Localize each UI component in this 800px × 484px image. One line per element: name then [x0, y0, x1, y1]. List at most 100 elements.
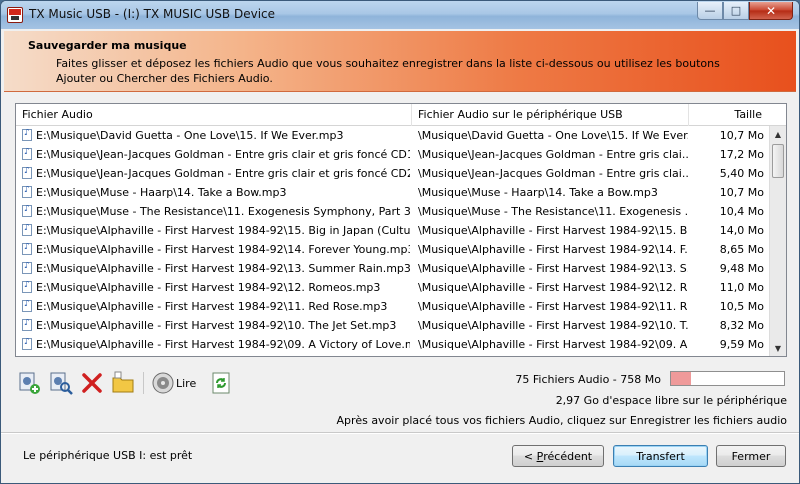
table-row[interactable]: E:\Musique\Alphaville - First Harvest 19… — [16, 316, 770, 335]
table-row[interactable]: E:\Musique\Muse - Haarp\14. Take a Bow.m… — [16, 183, 770, 202]
table-row[interactable]: E:\Musique\Alphaville - First Harvest 19… — [16, 240, 770, 259]
toolbar-separator — [143, 372, 144, 394]
table-row[interactable]: E:\Musique\David Guetta - One Love\15. I… — [16, 126, 770, 145]
table-row[interactable]: E:\Musique\Jean-Jacques Goldman - Entre … — [16, 164, 770, 183]
add-folder-button[interactable] — [110, 370, 136, 396]
source-path: E:\Musique\Alphaville - First Harvest 19… — [36, 300, 388, 313]
title-bar[interactable]: TX Music USB - (I:) TX MUSIC USB Device … — [1, 1, 799, 29]
source-path-cell: E:\Musique\Alphaville - First Harvest 19… — [22, 338, 410, 351]
table-row[interactable]: E:\Musique\Muse - The Resistance\11. Exo… — [16, 202, 770, 221]
source-path: E:\Musique\David Guetta - One Love\15. I… — [36, 129, 344, 142]
destination-path: \Musique\Alphaville - First Harvest 1984… — [418, 338, 688, 351]
audio-file-icon — [22, 338, 32, 350]
source-path-cell: E:\Musique\Alphaville - First Harvest 19… — [22, 224, 410, 237]
column-header-size[interactable]: Taille — [734, 108, 762, 121]
delete-icon — [82, 373, 102, 393]
audio-file-icon — [22, 300, 32, 312]
search-files-button[interactable] — [48, 370, 74, 396]
column-header-destination[interactable]: Fichier Audio sur le périphérique USB — [418, 108, 623, 121]
transfer-button[interactable]: Transfert — [613, 445, 708, 467]
close-icon: ✕ — [765, 3, 777, 18]
device-status: Le périphérique USB I: est prêt — [23, 449, 193, 462]
audio-file-icon — [22, 281, 32, 293]
table-row[interactable]: E:\Musique\Jean-Jacques Goldman - Entre … — [16, 145, 770, 164]
destination-path: \Musique\Jean-Jacques Goldman - Entre gr… — [418, 148, 688, 161]
source-path: E:\Musique\Alphaville - First Harvest 19… — [36, 224, 410, 237]
destination-path: \Musique\Alphaville - First Harvest 1984… — [418, 224, 688, 237]
file-size: 10,7 Mo — [719, 129, 764, 142]
minimize-button[interactable]: — — [697, 2, 723, 20]
file-size: 14,0 Mo — [719, 224, 764, 237]
source-path: E:\Musique\Jean-Jacques Goldman - Entre … — [36, 148, 410, 161]
file-size: 11,0 Mo — [719, 281, 764, 294]
column-divider[interactable] — [411, 104, 412, 126]
minimize-icon: — — [704, 4, 716, 17]
play-speaker-icon — [152, 372, 174, 394]
file-size: 10,7 Mo — [719, 186, 764, 199]
refresh-icon — [212, 372, 230, 394]
source-path: E:\Musique\Muse - Haarp\14. Take a Bow.m… — [36, 186, 287, 199]
scroll-down-icon[interactable]: ▼ — [770, 340, 786, 356]
table-row[interactable]: E:\Musique\Alphaville - First Harvest 19… — [16, 221, 770, 240]
source-path: E:\Musique\Muse - The Resistance\11. Exo… — [36, 205, 410, 218]
table-row[interactable]: E:\Musique\Alphaville - First Harvest 19… — [16, 335, 770, 354]
destination-path: \Musique\Alphaville - First Harvest 1984… — [418, 281, 688, 294]
delete-button[interactable] — [79, 370, 105, 396]
source-path-cell: E:\Musique\Alphaville - First Harvest 19… — [22, 319, 410, 332]
scroll-thumb[interactable] — [772, 144, 784, 178]
source-path: E:\Musique\Alphaville - First Harvest 19… — [36, 262, 410, 275]
previous-button-rest: récédent — [543, 449, 593, 463]
add-files-button[interactable] — [17, 370, 43, 396]
audio-file-list[interactable]: Fichier Audio Fichier Audio sur le périp… — [15, 103, 787, 357]
list-rows: E:\Musique\David Guetta - One Love\15. I… — [16, 126, 770, 356]
capacity-bar-fill — [671, 372, 692, 385]
scroll-up-icon[interactable]: ▲ — [770, 126, 786, 142]
destination-path: \Musique\Muse - The Resistance\11. Exoge… — [418, 205, 688, 218]
column-divider[interactable] — [688, 104, 689, 126]
source-path-cell: E:\Musique\Muse - Haarp\14. Take a Bow.m… — [22, 186, 410, 199]
file-size: 10,4 Mo — [719, 205, 764, 218]
source-path-cell: E:\Musique\David Guetta - One Love\15. I… — [22, 129, 410, 142]
vertical-scrollbar[interactable]: ▲ ▼ — [769, 126, 786, 356]
table-row[interactable]: E:\Musique\Alphaville - First Harvest 19… — [16, 354, 770, 356]
source-path: E:\Musique\Alphaville - First Harvest 19… — [36, 338, 410, 351]
audio-file-icon — [22, 205, 32, 217]
instruction-text: Après avoir placé tous vos fichiers Audi… — [336, 414, 787, 427]
file-count-summary: 75 Fichiers Audio - 758 Mo — [515, 373, 661, 386]
file-size: 9,59 Mo — [719, 338, 764, 351]
audio-file-icon — [22, 319, 32, 331]
table-row[interactable]: E:\Musique\Alphaville - First Harvest 19… — [16, 259, 770, 278]
destination-path: \Musique\Jean-Jacques Goldman - Entre gr… — [418, 167, 688, 180]
maximize-button[interactable]: □ — [723, 2, 749, 20]
source-path-cell: E:\Musique\Jean-Jacques Goldman - Entre … — [22, 167, 410, 180]
play-button[interactable] — [150, 370, 176, 396]
destination-path: \Musique\David Guetta - One Love\15. If … — [418, 129, 688, 142]
file-size: 17,2 Mo — [719, 148, 764, 161]
column-header-source[interactable]: Fichier Audio — [22, 108, 93, 121]
add-files-icon — [19, 372, 40, 394]
previous-button[interactable]: < Précédent — [512, 445, 604, 467]
file-toolbar: Lire — [17, 369, 239, 397]
destination-path: \Musique\Alphaville - First Harvest 1984… — [418, 243, 688, 256]
search-files-icon — [50, 372, 73, 395]
source-path: E:\Musique\Jean-Jacques Goldman - Entre … — [36, 167, 410, 180]
free-space-text: 2,97 Go d'espace libre sur le périphériq… — [555, 394, 787, 407]
table-row[interactable]: E:\Musique\Alphaville - First Harvest 19… — [16, 297, 770, 316]
refresh-button[interactable] — [208, 370, 234, 396]
source-path: E:\Musique\Alphaville - First Harvest 19… — [36, 243, 410, 256]
close-window-button[interactable]: ✕ — [749, 2, 793, 20]
source-path: E:\Musique\Alphaville - First Harvest 19… — [36, 281, 381, 294]
banner-description: Faites glisser et déposez les fichiers A… — [56, 57, 720, 85]
file-size: 8,32 Mo — [719, 319, 764, 332]
window-controls: — □ ✕ — [697, 2, 793, 20]
source-path-cell: E:\Musique\Alphaville - First Harvest 19… — [22, 243, 410, 256]
close-button[interactable]: Fermer — [716, 445, 786, 467]
audio-file-icon — [22, 243, 32, 255]
maximize-icon: □ — [730, 4, 742, 17]
play-label[interactable]: Lire — [176, 377, 196, 390]
destination-path: \Musique\Muse - Haarp\14. Take a Bow.mp3 — [418, 186, 658, 199]
previous-button-accel: P — [536, 449, 544, 463]
source-path-cell: E:\Musique\Jean-Jacques Goldman - Entre … — [22, 148, 410, 161]
table-row[interactable]: E:\Musique\Alphaville - First Harvest 19… — [16, 278, 770, 297]
file-size: 5,40 Mo — [719, 167, 764, 180]
